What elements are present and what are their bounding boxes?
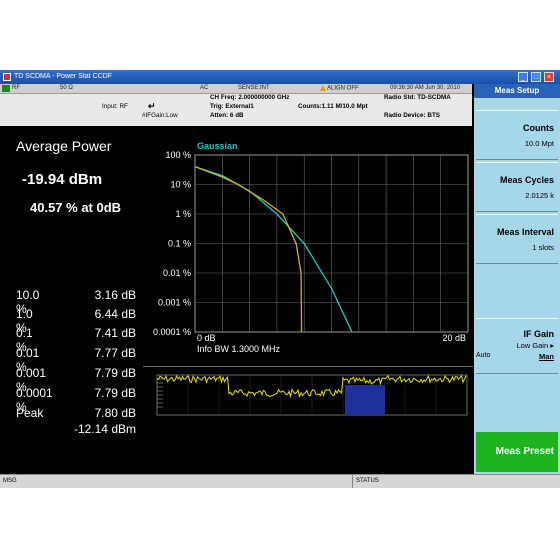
meas-preset-softkey[interactable]: Meas Preset (476, 432, 558, 472)
meas-cycles-softkey[interactable]: Meas Cycles 2.0125 k (476, 162, 558, 212)
coupling: AC (200, 85, 209, 91)
counts-softkey[interactable]: Counts 10.0 Mpt (476, 110, 558, 160)
softkey-blank (476, 376, 558, 428)
timestamp: 09:36:30 AM Jun 30, 2010 (390, 85, 461, 91)
meas-interval-softkey[interactable]: Meas Interval 1 slots (476, 214, 558, 264)
settings-bar: RF 50 Ω AC SENSE:INT ALIGN OFF 09:36:30 … (0, 84, 472, 126)
title-bar: TD SCDMA - Power Stat CCDF _ □ × (0, 70, 560, 84)
meas-interval-value: 1 slots (532, 243, 554, 252)
app-icon (3, 73, 11, 81)
attenuation: Atten: 6 dB (210, 112, 244, 119)
close-button[interactable]: × (544, 72, 554, 82)
input-type: RF (12, 85, 20, 91)
summary-panel: Average Power -19.94 dBm 40.57 % at 0dB … (0, 128, 140, 474)
if-gain-label: IF Gain (523, 329, 554, 339)
meas-preset-label: Meas Preset (495, 446, 554, 457)
status-divider (352, 475, 353, 488)
average-power-label: Average Power (16, 138, 112, 154)
x-tick-label: 20 dB (442, 333, 466, 343)
y-tick-label: 0.001 % (158, 298, 191, 308)
window-title: TD SCDMA - Power Stat CCDF (14, 73, 113, 80)
time-trace-plot (156, 374, 468, 416)
meas-interval-label: Meas Interval (496, 227, 554, 237)
softkey-panel: Meas Setup Counts 10.0 Mpt Meas Cycles 2… (474, 84, 560, 474)
trigger: Trig: External1 (210, 103, 254, 110)
impedance: 50 Ω (60, 85, 73, 91)
warning-icon (320, 85, 326, 91)
y-tick-label: 0.1 % (168, 239, 191, 249)
if-gain-auto: Auto (476, 352, 491, 359)
time-trace-panel (143, 366, 473, 475)
softkey-blank (476, 266, 558, 314)
input-setting: Input: RF (102, 103, 128, 110)
analyzer-window: TD SCDMA - Power Stat CCDF _ □ × RF 50 Ω… (0, 70, 560, 488)
if-gain-softkey[interactable]: IF Gain Low Gain ▸ Auto Man (476, 318, 558, 374)
y-tick-label: 0.0001 % (153, 327, 191, 337)
align-status: ALIGN OFF (320, 85, 359, 93)
if-gain-setting: #IFGain:Low (142, 112, 178, 119)
x-tick-label: 0 dB (197, 333, 216, 343)
status-strip: RF 50 Ω AC SENSE:INT ALIGN OFF 09:36:30 … (0, 84, 472, 94)
legend-label: Gaussian (197, 141, 238, 151)
ccdf-plot: 100 % 10 % 1 % 0.1 % 0.01 % 0.001 % 0.0001 % 0 … (153, 141, 469, 354)
status-label: STATUS (356, 478, 379, 484)
radio-device: Radio Device: BTS (384, 112, 440, 119)
status-bar: MSG STATUS (0, 474, 560, 488)
counts-softkey-label: Counts (523, 123, 554, 133)
if-gain-sub: Low Gain ▸ (516, 341, 554, 350)
counts-softkey-value: 10.0 Mpt (524, 139, 554, 148)
radio-std: Radio Std: TD-SCDMA (384, 94, 451, 101)
sense-mode: SENSE:INT (238, 85, 270, 91)
maximize-button[interactable]: □ (531, 72, 541, 82)
meas-cycles-label: Meas Cycles (499, 175, 554, 185)
if-gain-man: Man (539, 352, 554, 361)
softkey-menu-title: Meas Setup (474, 84, 560, 98)
y-tick-label: 1 % (175, 209, 191, 219)
rf-indicator (2, 85, 10, 92)
time-burst-fill (345, 385, 385, 415)
meas-cycles-value: 2.0125 k (525, 191, 554, 200)
counts-readout: Counts:1.11 M/10.0 Mpt (298, 103, 368, 110)
minimize-button[interactable]: _ (518, 72, 528, 82)
y-tick-label: 100 % (165, 150, 191, 160)
percent-at-0db: 40.57 % at 0dB (30, 200, 122, 215)
x-axis-label: Info BW 1.3000 MHz (197, 344, 281, 354)
ch-freq: CH Freq: 2.000000000 GHz (210, 94, 290, 101)
input-arrow-icon: ↵ (148, 101, 156, 111)
average-power-value: -19.94 dBm (22, 171, 103, 188)
y-tick-label: 0.01 % (163, 268, 191, 278)
msg-label: MSG (3, 478, 17, 484)
y-tick-label: 10 % (170, 180, 191, 190)
ccdf-chart: 100 % 10 % 1 % 0.1 % 0.01 % 0.001 % 0.0001 % 0 … (143, 128, 473, 361)
